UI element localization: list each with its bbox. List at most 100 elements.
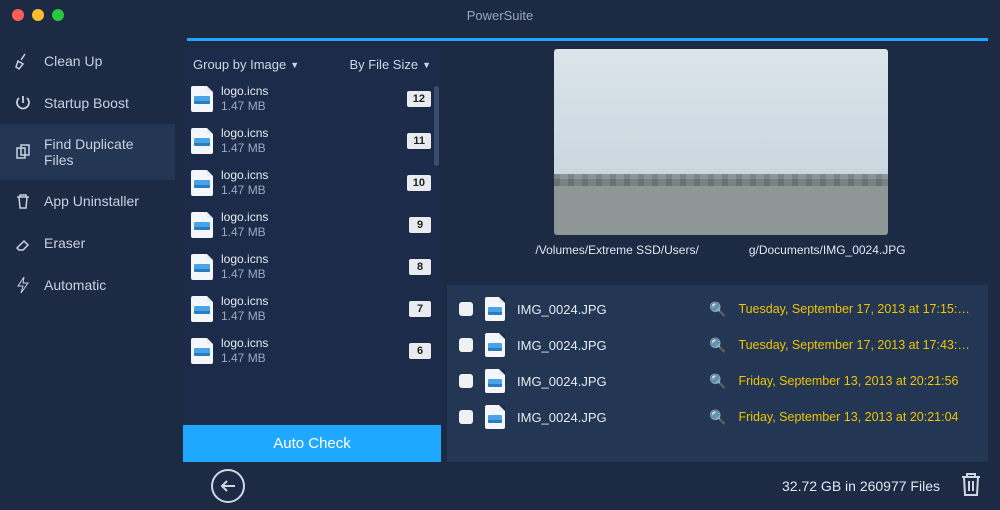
group-file-name: logo.icns: [221, 336, 401, 351]
duplicate-row[interactable]: IMG_0024.JPG 🔍 Friday, September 13, 2013 …: [447, 363, 988, 399]
group-file-size: 1.47 MB: [221, 351, 401, 366]
file-icon: [191, 338, 213, 364]
file-icon: [191, 296, 213, 322]
duplicate-row[interactable]: IMG_0024.JPG 🔍 Friday, September 13, 2013 …: [447, 399, 988, 435]
duplicate-row[interactable]: IMG_0024.JPG 🔍 Tuesday, September 17, 2013…: [447, 327, 988, 363]
close-window[interactable]: [12, 9, 24, 21]
group-count-badge: 12: [407, 91, 431, 107]
group-row[interactable]: logo.icns1.47 MB 12: [183, 78, 441, 120]
group-count-badge: 7: [409, 301, 431, 317]
magnifier-icon[interactable]: 🔍: [709, 409, 726, 426]
group-count-badge: 11: [407, 133, 431, 149]
group-row[interactable]: logo.icns1.47 MB10: [183, 162, 441, 204]
magnifier-icon[interactable]: 🔍: [709, 301, 726, 318]
file-icon: [191, 254, 213, 280]
preview-area: /Volumes/Extreme SSD/Users/ g/Documents/…: [441, 49, 1000, 281]
file-icon: [485, 405, 505, 429]
group-file-size: 1.47 MB: [221, 99, 399, 114]
sidebar: Clean Up Startup Boost Find Duplicate File…: [0, 30, 175, 510]
sort-by-dropdown[interactable]: By File Size ▼: [349, 57, 431, 72]
duplicate-row[interactable]: IMG_0024.JPG 🔍 Tuesday, September 17, 2013…: [447, 291, 988, 327]
trash-icon: [14, 192, 32, 210]
sidebar-item-label: Startup Boost: [44, 95, 129, 111]
group-file-size: 1.47 MB: [221, 141, 399, 156]
group-file-name: logo.icns: [221, 84, 399, 99]
sidebar-item-automatic[interactable]: Automatic: [0, 264, 175, 306]
duplicate-file-date: Friday, September 13, 2013 at 20:21:56: [738, 374, 976, 388]
group-file-name: logo.icns: [221, 168, 399, 183]
group-count-badge: 9: [409, 217, 431, 233]
scrollbar-thumb[interactable]: [434, 86, 439, 166]
sidebar-item-startup-boost[interactable]: Startup Boost: [0, 82, 175, 124]
minimize-window[interactable]: [32, 9, 44, 21]
group-row[interactable]: logo.icns1.47 MB 9: [183, 204, 441, 246]
duplicate-files-icon: [14, 143, 32, 161]
file-icon: [485, 333, 505, 357]
group-file-name: logo.icns: [221, 294, 401, 309]
group-file-size: 1.47 MB: [221, 267, 401, 282]
sidebar-item-eraser[interactable]: Eraser: [0, 222, 175, 264]
magnifier-icon[interactable]: 🔍: [709, 337, 726, 354]
duplicate-groups-panel: Group by Image ▼ By File Size ▼ logo.icn…: [183, 49, 441, 462]
titlebar: PowerSuite: [0, 0, 1000, 30]
preview-image: [554, 49, 888, 235]
file-icon: [485, 297, 505, 321]
group-by-dropdown[interactable]: Group by Image ▼: [193, 57, 349, 72]
duplicate-file-date: Friday, September 13, 2013 at 20:21:04: [738, 410, 976, 424]
zoom-window[interactable]: [52, 9, 64, 21]
sidebar-item-find-duplicate-files[interactable]: Find Duplicate Files: [0, 124, 175, 180]
group-row[interactable]: logo.icns1.47 MB 8: [183, 246, 441, 288]
summary-text: 32.72 GB in 260977 Files: [782, 478, 940, 494]
magnifier-icon[interactable]: 🔍: [709, 373, 726, 390]
chevron-down-icon: ▼: [290, 60, 299, 70]
checkbox[interactable]: [459, 338, 473, 352]
duplicate-file-name: IMG_0024.JPG: [517, 410, 697, 425]
checkbox[interactable]: [459, 374, 473, 388]
group-count-badge: 6: [409, 343, 431, 359]
duplicate-files-list: IMG_0024.JPG 🔍 Tuesday, September 17, 2013…: [447, 285, 988, 462]
sidebar-item-label: Automatic: [44, 277, 106, 293]
group-count-badge: 8: [409, 259, 431, 275]
sidebar-item-clean-up[interactable]: Clean Up: [0, 40, 175, 82]
power-icon: [14, 94, 32, 112]
progress-bar: [187, 38, 988, 41]
broom-icon: [14, 52, 32, 70]
auto-check-button[interactable]: Auto Check: [183, 425, 441, 462]
file-icon: [191, 86, 213, 112]
group-by-label: Group by Image: [193, 57, 286, 72]
sidebar-item-app-uninstaller[interactable]: App Uninstaller: [0, 180, 175, 222]
checkbox[interactable]: [459, 302, 473, 316]
sidebar-item-label: Find Duplicate Files: [44, 136, 134, 168]
chevron-down-icon: ▼: [422, 60, 431, 70]
back-button[interactable]: [211, 469, 245, 503]
duplicate-file-date: Tuesday, September 17, 2013 at 17:43:…: [738, 338, 976, 352]
duplicate-file-name: IMG_0024.JPG: [517, 338, 697, 353]
file-icon: [191, 212, 213, 238]
file-icon: [191, 170, 213, 196]
checkbox[interactable]: [459, 410, 473, 424]
duplicate-file-name: IMG_0024.JPG: [517, 302, 697, 317]
window-title: PowerSuite: [0, 8, 1000, 23]
group-file-name: logo.icns: [221, 126, 399, 141]
file-icon: [191, 128, 213, 154]
group-file-size: 1.47 MB: [221, 225, 401, 240]
group-file-size: 1.47 MB: [221, 183, 399, 198]
eraser-icon: [14, 234, 32, 252]
bolt-icon: [14, 276, 32, 294]
file-icon: [485, 369, 505, 393]
group-file-name: logo.icns: [221, 210, 401, 225]
duplicate-file-date: Tuesday, September 17, 2013 at 17:15:…: [738, 302, 976, 316]
sort-by-label: By File Size: [349, 57, 418, 72]
group-file-size: 1.47 MB: [221, 309, 401, 324]
group-row[interactable]: logo.icns1.47 MB 6: [183, 330, 441, 372]
delete-button[interactable]: [958, 470, 984, 503]
bottom-bar: 32.72 GB in 260977 Files: [175, 462, 1000, 510]
group-row[interactable]: logo.icns1.47 MB 7: [183, 288, 441, 330]
preview-path: /Volumes/Extreme SSD/Users/ g/Documents/…: [535, 243, 905, 257]
group-row[interactable]: logo.icns1.47 MB 11: [183, 120, 441, 162]
sidebar-item-label: App Uninstaller: [44, 193, 139, 209]
duplicate-file-name: IMG_0024.JPG: [517, 374, 697, 389]
sidebar-item-label: Clean Up: [44, 53, 102, 69]
sidebar-item-label: Eraser: [44, 235, 85, 251]
group-file-name: logo.icns: [221, 252, 401, 267]
